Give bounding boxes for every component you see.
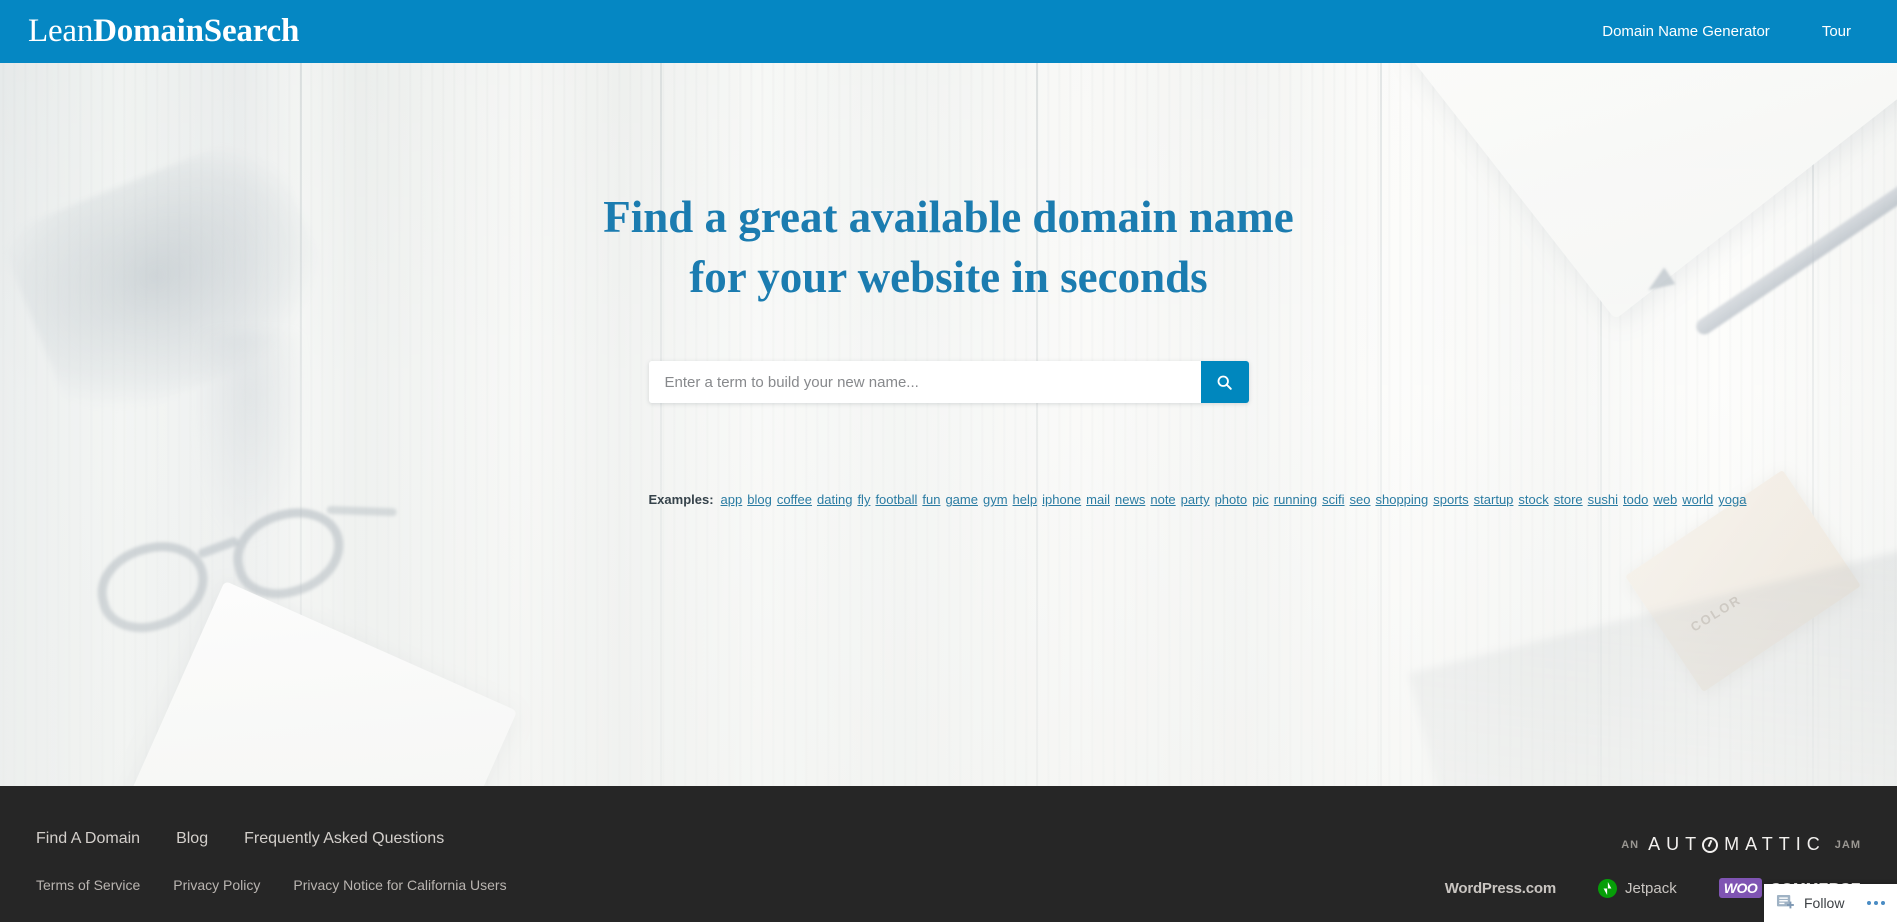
footer-primary-links: Find A Domain Blog Frequently Asked Ques… bbox=[36, 830, 480, 848]
hero-section: COLOR Find a great available domain name… bbox=[0, 63, 1897, 786]
lightning-bolt-icon bbox=[1603, 881, 1612, 895]
nav-item-tour[interactable]: Tour bbox=[1822, 23, 1851, 40]
automattic-logo[interactable]: AN AUT MATTIC JAM bbox=[1621, 834, 1861, 855]
example-link-scifi[interactable]: scifi bbox=[1322, 492, 1344, 507]
example-link-seo[interactable]: seo bbox=[1350, 492, 1371, 507]
logo-text-domainsearch: DomainSearch bbox=[93, 13, 300, 49]
automattic-word-part-2: MATTIC bbox=[1724, 834, 1826, 854]
search-input[interactable] bbox=[648, 361, 1201, 403]
example-link-iphone[interactable]: iphone bbox=[1042, 492, 1081, 507]
main-nav: Domain Name Generator Tour bbox=[1602, 23, 1897, 40]
headline-line-1: Find a great available domain name bbox=[603, 192, 1294, 242]
footer-secondary-links: Terms of Service Privacy Policy Privacy … bbox=[36, 877, 540, 893]
example-link-blog[interactable]: blog bbox=[747, 492, 772, 507]
footer-link-california-privacy-notice[interactable]: Privacy Notice for California Users bbox=[293, 877, 506, 893]
footer-link-blog[interactable]: Blog bbox=[176, 830, 208, 848]
examples-label: Examples: bbox=[648, 492, 714, 507]
automattic-suffix: JAM bbox=[1834, 838, 1861, 851]
brand-jetpack-label: Jetpack bbox=[1625, 879, 1677, 897]
example-link-shopping[interactable]: shopping bbox=[1375, 492, 1428, 507]
example-link-startup[interactable]: startup bbox=[1474, 492, 1514, 507]
example-link-stock[interactable]: stock bbox=[1518, 492, 1548, 507]
example-link-sushi[interactable]: sushi bbox=[1588, 492, 1618, 507]
ellipsis-icon[interactable] bbox=[1867, 901, 1885, 905]
example-link-app[interactable]: app bbox=[721, 492, 743, 507]
site-footer: Find A Domain Blog Frequently Asked Ques… bbox=[0, 786, 1897, 922]
automattic-o-icon bbox=[1702, 836, 1719, 853]
automattic-prefix: AN bbox=[1621, 838, 1640, 851]
example-link-sports[interactable]: sports bbox=[1433, 492, 1468, 507]
nav-item-domain-name-generator[interactable]: Domain Name Generator bbox=[1602, 23, 1770, 40]
example-link-yoga[interactable]: yoga bbox=[1718, 492, 1746, 507]
logo-text-lean: Lean bbox=[28, 13, 94, 49]
follow-widget[interactable]: Follow bbox=[1764, 884, 1897, 922]
brand-wordpress[interactable]: WordPress.com bbox=[1444, 879, 1557, 897]
example-link-world[interactable]: world bbox=[1682, 492, 1713, 507]
example-link-mail[interactable]: mail bbox=[1086, 492, 1110, 507]
subscribe-icon bbox=[1776, 894, 1794, 909]
example-link-store[interactable]: store bbox=[1554, 492, 1583, 507]
jetpack-icon bbox=[1598, 878, 1618, 898]
footer-link-terms-of-service[interactable]: Terms of Service bbox=[36, 877, 140, 893]
ellipsis-dot bbox=[1874, 901, 1878, 905]
brand-wordpress-label: WordPress.com bbox=[1444, 879, 1557, 897]
example-link-todo[interactable]: todo bbox=[1623, 492, 1648, 507]
woo-badge: WOO bbox=[1718, 878, 1763, 898]
automattic-wordmark: AUT MATTIC bbox=[1648, 834, 1826, 855]
example-link-fun[interactable]: fun bbox=[922, 492, 940, 507]
site-logo[interactable]: LeanDomainSearch bbox=[28, 15, 299, 48]
footer-link-find-a-domain[interactable]: Find A Domain bbox=[36, 830, 140, 848]
example-link-note[interactable]: note bbox=[1150, 492, 1175, 507]
search-icon bbox=[1217, 375, 1232, 390]
example-link-photo[interactable]: photo bbox=[1215, 492, 1248, 507]
example-link-fly[interactable]: fly bbox=[857, 492, 870, 507]
example-link-web[interactable]: web bbox=[1653, 492, 1677, 507]
example-link-pic[interactable]: pic bbox=[1252, 492, 1269, 507]
example-link-dating[interactable]: dating bbox=[817, 492, 852, 507]
follow-label: Follow bbox=[1804, 895, 1845, 911]
footer-link-privacy-policy[interactable]: Privacy Policy bbox=[173, 877, 260, 893]
example-link-help[interactable]: help bbox=[1013, 492, 1038, 507]
page-root: LeanDomainSearch Domain Name Generator T… bbox=[0, 0, 1897, 922]
headline-line-2: for your website in seconds bbox=[689, 252, 1208, 302]
footer-link-faq[interactable]: Frequently Asked Questions bbox=[244, 830, 444, 848]
example-link-running[interactable]: running bbox=[1274, 492, 1317, 507]
example-link-party[interactable]: party bbox=[1181, 492, 1210, 507]
site-header: LeanDomainSearch Domain Name Generator T… bbox=[0, 0, 1897, 63]
ellipsis-dot bbox=[1881, 901, 1885, 905]
ellipsis-dot bbox=[1867, 901, 1871, 905]
search-button[interactable] bbox=[1200, 361, 1249, 403]
example-link-football[interactable]: football bbox=[875, 492, 917, 507]
example-link-gym[interactable]: gym bbox=[983, 492, 1008, 507]
brand-jetpack[interactable]: Jetpack bbox=[1598, 878, 1677, 898]
examples-list: Examples: app blog coffee dating fly football f… bbox=[648, 489, 1747, 510]
automattic-word-part-1: AUT bbox=[1648, 834, 1703, 854]
example-link-news[interactable]: news bbox=[1115, 492, 1145, 507]
domain-search-form bbox=[648, 361, 1249, 403]
page-title: Find a great available domain name for y… bbox=[569, 187, 1329, 307]
example-link-coffee[interactable]: coffee bbox=[777, 492, 812, 507]
hero-content: Find a great available domain name for y… bbox=[0, 63, 1897, 786]
example-link-game[interactable]: game bbox=[945, 492, 978, 507]
